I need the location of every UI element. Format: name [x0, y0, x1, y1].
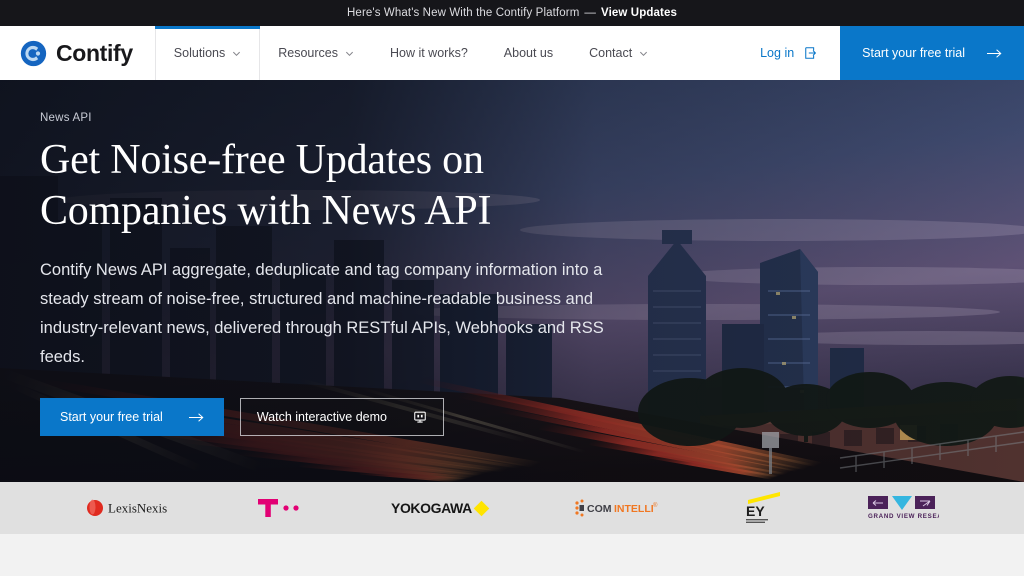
nav-label: About us [503, 46, 554, 60]
nav-label: Resources [278, 46, 338, 60]
hero-content: News API Get Noise-free Updates on Compa… [0, 80, 640, 437]
logo-grand-view-research: GRAND VIEW RESEARCH [865, 491, 939, 525]
hero-watch-interactive-demo-button[interactable]: Watch interactive demo [239, 398, 444, 437]
login-button[interactable]: Log in [738, 26, 840, 80]
hero-eyebrow: News API [40, 112, 92, 124]
logo-lexisnexis: LexisNexis [85, 491, 175, 525]
brand-logo[interactable]: Contify [0, 26, 155, 80]
hero-description: Contify News API aggregate, deduplicate … [40, 260, 604, 367]
comintelli-logo-icon: COM INTELLI ® [575, 499, 658, 517]
page-body-below-fold [0, 534, 1024, 576]
arrow-right-icon [188, 413, 204, 422]
announcement-text: Here's What's New With the Contify Platf… [347, 7, 580, 19]
main-nav: Solutions Resources How it works? About … [154, 26, 738, 80]
nav-item-how-it-works[interactable]: How it works? [372, 26, 486, 80]
chevron-down-icon [233, 51, 241, 56]
nav-label: How it works? [389, 46, 468, 60]
hero-primary-cta-label: Start your free trial [60, 410, 163, 425]
svg-text:LexisNexis: LexisNexis [108, 501, 167, 516]
header-actions: Log in Start your free trial [738, 26, 1024, 80]
chevron-down-icon [345, 51, 353, 56]
logo-yokogawa: YOKOGAWA [391, 491, 491, 525]
nav-item-contact[interactable]: Contact [571, 26, 666, 80]
grand-view-research-logo-icon: GRAND VIEW RESEARCH [868, 496, 939, 520]
hero-cta-group: Start your free trial Watch interactive … [40, 398, 640, 437]
svg-text:EY: EY [746, 503, 765, 519]
hero-title-line-2: Companies with News API [40, 187, 492, 234]
brand-name: Contify [56, 39, 133, 66]
nav-item-about-us[interactable]: About us [486, 26, 571, 80]
site-header: Contify Solutions Resources How it works… [0, 26, 1024, 80]
nav-item-solutions[interactable]: Solutions [154, 26, 261, 80]
t-mobile-logo-icon [257, 499, 299, 517]
announcement-bar: Here's What's New With the Contify Platf… [0, 0, 1024, 26]
contify-circle-logo-icon [20, 40, 47, 66]
hero-start-free-trial-button[interactable]: Start your free trial [40, 398, 224, 437]
arrow-right-icon [987, 48, 1002, 58]
logo-t-mobile [256, 491, 310, 525]
chevron-down-icon [640, 51, 648, 56]
svg-text:COM: COM [587, 503, 612, 515]
svg-text:®: ® [653, 502, 658, 509]
view-updates-link[interactable]: View Updates [601, 7, 677, 19]
yokogawa-logo-icon: YOKOGAWA [391, 500, 490, 517]
hero-secondary-cta-label: Watch interactive demo [256, 410, 387, 425]
lexisnexis-logo-icon: LexisNexis [86, 499, 167, 516]
sign-in-icon [805, 47, 817, 59]
header-start-free-trial-button[interactable]: Start your free trial [840, 26, 1024, 80]
nav-label: Contact [589, 46, 633, 60]
hero-title-line-1: Get Noise-free Updates on [40, 137, 484, 183]
customer-logo-strip: LexisNexis YOKOGAWA COM INTELLI ® EY GRA… [0, 482, 1024, 534]
announcement-dash: — [584, 7, 597, 19]
nav-label: Solutions [173, 46, 226, 60]
logo-ey: EY [740, 491, 784, 525]
ey-logo-icon: EY [745, 492, 780, 523]
logo-comintelli: COM INTELLI ® [573, 491, 659, 525]
monitor-demo-icon [414, 412, 426, 424]
hero-section: News API Get Noise-free Updates on Compa… [0, 80, 1024, 482]
svg-text:GRAND VIEW RESEARCH: GRAND VIEW RESEARCH [868, 513, 939, 520]
hero-title: Get Noise-free Updates on Companies with… [40, 135, 640, 237]
svg-text:INTELLI: INTELLI [614, 503, 654, 515]
svg-text:YOKOGAWA: YOKOGAWA [391, 500, 472, 516]
login-label: Log in [760, 46, 795, 60]
header-cta-label: Start your free trial [862, 46, 965, 60]
nav-item-resources[interactable]: Resources [260, 26, 372, 80]
